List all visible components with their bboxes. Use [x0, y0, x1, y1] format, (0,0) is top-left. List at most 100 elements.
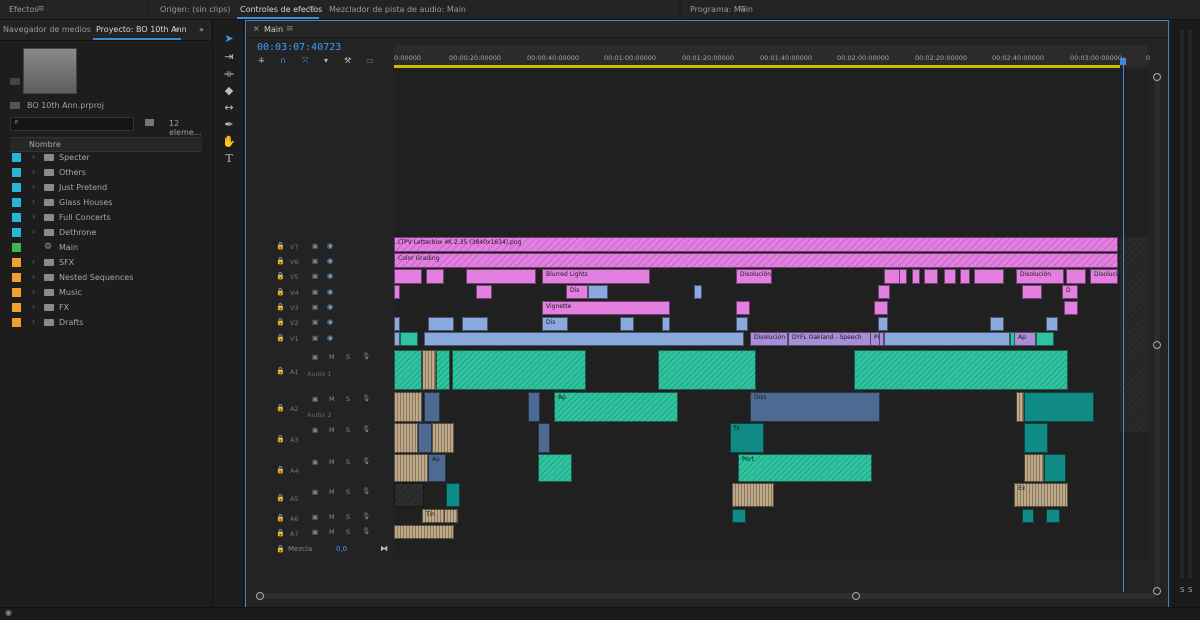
- timeline-clip[interactable]: [394, 525, 454, 539]
- sync-lock-icon[interactable]: ▣: [312, 458, 318, 466]
- solo-button[interactable]: S: [346, 395, 350, 403]
- tab-media-browser[interactable]: Navegador de medios: [3, 25, 91, 34]
- timeline-clip[interactable]: [394, 317, 400, 331]
- timeline-clip[interactable]: [899, 269, 907, 284]
- timeline-clip[interactable]: Diss: [750, 392, 880, 422]
- project-item[interactable]: ⚙ Main: [10, 240, 202, 255]
- slip-tool-icon[interactable]: ↔: [222, 101, 236, 115]
- mute-button[interactable]: M: [329, 458, 335, 466]
- sync-lock-icon[interactable]: ▣: [312, 288, 318, 296]
- voice-over-mic-icon[interactable]: 🎙: [362, 394, 370, 402]
- timeline-clip[interactable]: [960, 269, 970, 284]
- timeline-clip[interactable]: Dis: [566, 285, 588, 299]
- timeline-clip[interactable]: [446, 483, 460, 507]
- timeline-clip[interactable]: [1024, 392, 1094, 422]
- label-color-swatch[interactable]: [12, 198, 21, 207]
- label-color-swatch[interactable]: [12, 243, 21, 252]
- project-menu-icon[interactable]: ≡: [173, 25, 180, 34]
- mute-button[interactable]: M: [329, 426, 335, 434]
- sync-lock-icon[interactable]: ▣: [312, 272, 318, 280]
- timeline-clip[interactable]: [884, 332, 1010, 346]
- vscroll-handle-bottom[interactable]: [1153, 587, 1161, 595]
- audio-track-header[interactable]: 🔒 A5 ▣ M S 🎙: [246, 486, 393, 510]
- project-item[interactable]: › Full Concerts: [10, 210, 202, 225]
- timeline-clip[interactable]: [912, 269, 920, 284]
- timeline-clip[interactable]: [662, 317, 670, 331]
- voice-over-mic-icon[interactable]: 🎙: [362, 425, 370, 433]
- timeline-clip[interactable]: [444, 509, 458, 523]
- timeline-clip[interactable]: [432, 423, 454, 453]
- label-color-swatch[interactable]: [12, 228, 21, 237]
- project-item[interactable]: › Others: [10, 165, 202, 180]
- sync-lock-icon[interactable]: ▣: [312, 353, 318, 361]
- expand-arrow-icon[interactable]: ›: [32, 317, 35, 326]
- mix-jump-icon[interactable]: ⧓: [380, 544, 388, 553]
- vertical-scrollbar[interactable]: [1153, 73, 1161, 595]
- expand-arrow-icon[interactable]: ›: [32, 152, 35, 161]
- tab-audio-track-mixer[interactable]: Mezclador de pista de audio: Main: [329, 5, 466, 14]
- sync-lock-icon[interactable]: ▣: [312, 318, 318, 326]
- video-track-header[interactable]: 🔒 V1 ▣ ◉: [246, 332, 393, 346]
- project-item[interactable]: › SFX: [10, 255, 202, 270]
- mute-button[interactable]: M: [329, 488, 335, 496]
- razor-tool-icon[interactable]: ◆: [222, 84, 236, 98]
- sync-lock-icon[interactable]: ▣: [312, 513, 318, 521]
- project-item[interactable]: › Glass Houses: [10, 195, 202, 210]
- expand-arrow-icon[interactable]: ›: [32, 182, 35, 191]
- audio-track-header[interactable]: 🔒 A4 ▣ M S 🎙: [246, 456, 393, 484]
- sync-lock-icon[interactable]: ▣: [312, 488, 318, 496]
- timeline-clip[interactable]: Vignette: [542, 301, 670, 315]
- timeline-clip[interactable]: [944, 269, 956, 284]
- label-color-swatch[interactable]: [12, 168, 21, 177]
- timeline-clip[interactable]: [1024, 454, 1044, 482]
- timeline-clip[interactable]: [990, 317, 1004, 331]
- timeline-clip[interactable]: [452, 350, 586, 390]
- video-track-header[interactable]: 🔒 V6 ▣ ◉: [246, 255, 393, 269]
- expand-arrow-icon[interactable]: ›: [32, 272, 35, 281]
- track-lock-icon[interactable]: 🔒: [276, 404, 285, 412]
- vscroll-handle-mid[interactable]: [1153, 341, 1161, 349]
- expand-arrow-icon[interactable]: ›: [32, 167, 35, 176]
- timeline-clip[interactable]: [394, 285, 400, 299]
- video-track-header[interactable]: 🔒 V3 ▣ ◉: [246, 301, 393, 315]
- solo-button[interactable]: S: [346, 513, 350, 521]
- voice-over-mic-icon[interactable]: 🎙: [362, 352, 370, 360]
- label-color-swatch[interactable]: [12, 213, 21, 222]
- linked-selection-icon[interactable]: ⤧: [302, 56, 308, 66]
- timeline-clip[interactable]: Blurred Lights: [542, 269, 650, 284]
- timeline-clip[interactable]: [400, 332, 418, 346]
- timeline-clip[interactable]: [924, 269, 938, 284]
- project-item[interactable]: › FX: [10, 300, 202, 315]
- timeline-clip[interactable]: [1066, 269, 1086, 284]
- scroll-left-handle[interactable]: [256, 592, 264, 600]
- track-lock-icon[interactable]: 🔒: [276, 257, 285, 265]
- expand-arrow-icon[interactable]: ›: [32, 197, 35, 206]
- solo-button[interactable]: S: [346, 528, 350, 536]
- timeline-clip[interactable]: [394, 392, 422, 422]
- timeline-clip[interactable]: [1046, 317, 1058, 331]
- timeline-clip[interactable]: [1022, 285, 1042, 299]
- timeline-clip[interactable]: [538, 423, 550, 453]
- track-lock-icon[interactable]: 🔒: [276, 466, 285, 474]
- work-area-bar[interactable]: [394, 65, 1120, 68]
- project-item[interactable]: › Specter: [10, 150, 202, 165]
- mute-button[interactable]: M: [329, 353, 335, 361]
- voice-over-mic-icon[interactable]: 🎙: [362, 527, 370, 535]
- timeline-clip[interactable]: [1024, 423, 1048, 453]
- video-track-header[interactable]: 🔒 V5 ▣ ◉: [246, 270, 393, 284]
- close-sequence-icon[interactable]: ×: [253, 24, 260, 33]
- selection-tool-icon[interactable]: ➤: [222, 32, 236, 46]
- track-lock-icon[interactable]: 🔒: [276, 303, 285, 311]
- timeline-clip[interactable]: [874, 301, 888, 315]
- timeline-clip[interactable]: [462, 317, 488, 331]
- track-area[interactable]: LTPV Letterbox 4K 2.35 (3840x1634).png Co…: [394, 69, 1148, 559]
- timeline-clip[interactable]: Pip: [870, 332, 880, 346]
- timeline-clip[interactable]: D: [1062, 285, 1078, 299]
- timeline-clip[interactable]: Ap: [428, 454, 446, 482]
- timeline-clip[interactable]: [394, 269, 422, 284]
- video-track-header[interactable]: 🔒 V7 ▣ ◉: [246, 240, 393, 254]
- expand-arrow-icon[interactable]: ›: [32, 302, 35, 311]
- timeline-clip[interactable]: Disolución: [736, 269, 772, 284]
- timeline-clip[interactable]: [1044, 454, 1066, 482]
- timeline-clip[interactable]: [854, 350, 1068, 390]
